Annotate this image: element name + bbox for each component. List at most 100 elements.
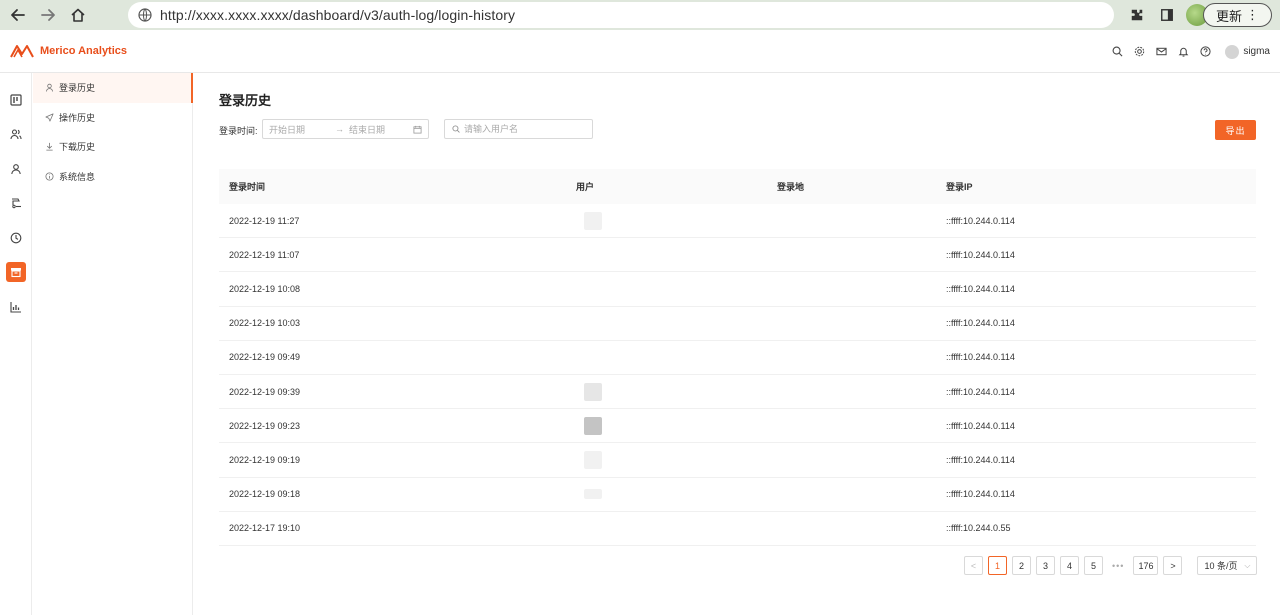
menu-item-operation-history[interactable]: 操作历史	[33, 103, 192, 133]
browser-toolbar: http://xxxx.xxxx.xxxx/dashboard/v3/auth-…	[0, 0, 1280, 30]
back-icon[interactable]	[6, 3, 30, 27]
cell-user	[566, 489, 767, 500]
next-page-button[interactable]: >	[1163, 556, 1183, 575]
cell-ip: ::ffff:10.244.0.114	[946, 249, 1015, 260]
export-button[interactable]: 导出	[1215, 120, 1256, 140]
cell-login-time: 2022-12-19 10:08	[229, 283, 301, 294]
page-button-1[interactable]: 1	[988, 556, 1007, 575]
menu-item-system-info[interactable]: 系统信息	[33, 162, 192, 192]
cell-login-time: 2022-12-19 09:18	[229, 489, 301, 500]
cell-ip: ::ffff:10.244.0.114	[946, 489, 1015, 500]
page-button-last[interactable]: 176	[1133, 556, 1159, 575]
cell-login-time: 2022-12-19 09:23	[229, 420, 301, 431]
app-logo-text: Merico Analytics	[40, 45, 128, 57]
more-icon: ⋮	[1246, 7, 1259, 22]
dashboard-icon[interactable]	[6, 90, 26, 110]
extensions-icon[interactable]	[1126, 4, 1148, 26]
table-header: 登录时间 用户 登录地 登录IP	[219, 169, 1256, 204]
search-icon[interactable]	[1111, 46, 1123, 58]
send-icon	[45, 113, 54, 122]
project-icon[interactable]	[6, 193, 26, 213]
cell-login-time: 2022-12-19 11:07	[229, 249, 300, 260]
arrow-right-icon: →	[335, 124, 344, 134]
sidebar-toggle-icon[interactable]	[1156, 4, 1178, 26]
page-size-value: 10 条/页	[1204, 561, 1238, 571]
menu-item-label: 操作历史	[59, 112, 96, 123]
download-icon	[45, 142, 54, 151]
page-button-2[interactable]: 2	[1012, 556, 1031, 575]
person-icon[interactable]	[6, 159, 26, 179]
globe-icon	[138, 8, 152, 22]
start-date-input[interactable]: 开始日期	[269, 123, 335, 136]
menu-item-login-history[interactable]: 登录历史	[33, 73, 193, 103]
menu-item-label: 下载历史	[59, 142, 96, 153]
chart-icon[interactable]	[6, 297, 26, 317]
mail-icon[interactable]	[1155, 46, 1167, 58]
column-header-login-time[interactable]: 登录时间	[219, 180, 566, 193]
team-icon[interactable]	[6, 124, 26, 144]
home-icon[interactable]	[66, 3, 90, 27]
cell-login-time: 2022-12-19 11:27	[229, 215, 300, 226]
history-clock-icon[interactable]	[6, 228, 26, 248]
cell-login-time: 2022-12-19 10:03	[229, 318, 301, 329]
update-button-label: 更新	[1215, 8, 1242, 24]
cell-ip: ::ffff:10.244.0.114	[946, 454, 1015, 465]
icon-rail	[0, 73, 32, 615]
avatar	[1225, 44, 1240, 59]
table-row[interactable]: 2022-12-19 11:07 ::ffff:10.244.0.114	[219, 238, 1256, 273]
cell-ip: ::ffff:10.244.0.114	[946, 318, 1015, 329]
login-time-label: 登录时间:	[219, 126, 258, 136]
help-icon[interactable]	[1199, 46, 1211, 58]
table-row[interactable]: 2022-12-19 10:08 ::ffff:10.244.0.114	[219, 272, 1256, 307]
cell-user	[566, 450, 767, 469]
page-button-4[interactable]: 4	[1060, 556, 1079, 575]
column-header-user[interactable]: 用户	[566, 180, 767, 193]
user-icon	[45, 83, 54, 92]
column-header-location[interactable]: 登录地	[767, 180, 936, 193]
url-text: http://xxxx.xxxx.xxxx/dashboard/v3/auth-…	[160, 7, 516, 23]
page-button-5[interactable]: 5	[1084, 556, 1103, 575]
table-row[interactable]: 2022-12-19 09:19 ::ffff:10.244.0.114	[219, 443, 1256, 478]
table-row[interactable]: 2022-12-19 09:23 ::ffff:10.244.0.114	[219, 409, 1256, 444]
calendar-icon	[413, 125, 422, 134]
cell-login-time: 2022-12-19 09:49	[229, 352, 301, 363]
date-range-picker[interactable]: 开始日期 → 结束日期	[262, 119, 429, 139]
table-row[interactable]: 2022-12-19 10:03 ::ffff:10.244.0.114	[219, 307, 1256, 341]
info-icon	[45, 172, 54, 181]
redacted-username	[584, 450, 602, 469]
page-title: 登录历史	[219, 93, 272, 108]
more-pages-ellipsis[interactable]: •••	[1108, 556, 1129, 575]
cell-user	[566, 416, 767, 435]
cell-ip: ::ffff:10.244.0.114	[946, 215, 1015, 226]
login-history-table: 登录时间 用户 登录地 登录IP 2022-12-19 11:27 ::ffff…	[219, 169, 1256, 546]
cell-user	[566, 211, 767, 230]
table-row[interactable]: 2022-12-19 11:27 ::ffff:10.244.0.114	[219, 204, 1256, 239]
end-date-input[interactable]: 结束日期	[349, 123, 413, 136]
user-menu[interactable]: sigma	[1225, 44, 1270, 59]
prev-page-button[interactable]: <	[964, 556, 983, 575]
redacted-username	[584, 416, 602, 435]
table-row[interactable]: 2022-12-17 19:10 ::ffff:10.244.0.55	[219, 512, 1256, 546]
update-button[interactable]: 更新 ⋮	[1202, 3, 1272, 27]
table-row[interactable]: 2022-12-19 09:49 ::ffff:10.244.0.114	[219, 341, 1256, 375]
username-search-input[interactable]	[464, 124, 584, 134]
settings-gear-icon[interactable]	[1133, 46, 1145, 58]
cell-login-time: 2022-12-19 09:19	[229, 454, 301, 465]
address-bar[interactable]: http://xxxx.xxxx.xxxx/dashboard/v3/auth-…	[128, 2, 1114, 28]
page-button-3[interactable]: 3	[1036, 556, 1055, 575]
username-search[interactable]	[444, 119, 593, 139]
archive-icon[interactable]	[6, 262, 26, 282]
column-header-ip[interactable]: 登录IP	[936, 180, 1256, 193]
page-size-select[interactable]: 10 条/页 ⌵	[1197, 556, 1258, 575]
forward-icon[interactable]	[36, 3, 60, 27]
username: sigma	[1243, 46, 1270, 57]
menu-item-label: 登录历史	[59, 83, 96, 94]
cell-login-time: 2022-12-17 19:10	[229, 523, 301, 534]
menu-item-download-history[interactable]: 下载历史	[33, 132, 192, 162]
table-row[interactable]: 2022-12-19 09:18 ::ffff:10.244.0.114	[219, 478, 1256, 512]
app-logo[interactable]: Merico Analytics	[10, 43, 127, 59]
bell-icon[interactable]	[1177, 46, 1189, 58]
cell-ip: ::ffff:10.244.0.114	[946, 283, 1015, 294]
table-row[interactable]: 2022-12-19 09:39 ::ffff:10.244.0.114	[219, 375, 1256, 410]
sub-menu: 登录历史 操作历史 下载历史 系统信息	[33, 73, 193, 615]
